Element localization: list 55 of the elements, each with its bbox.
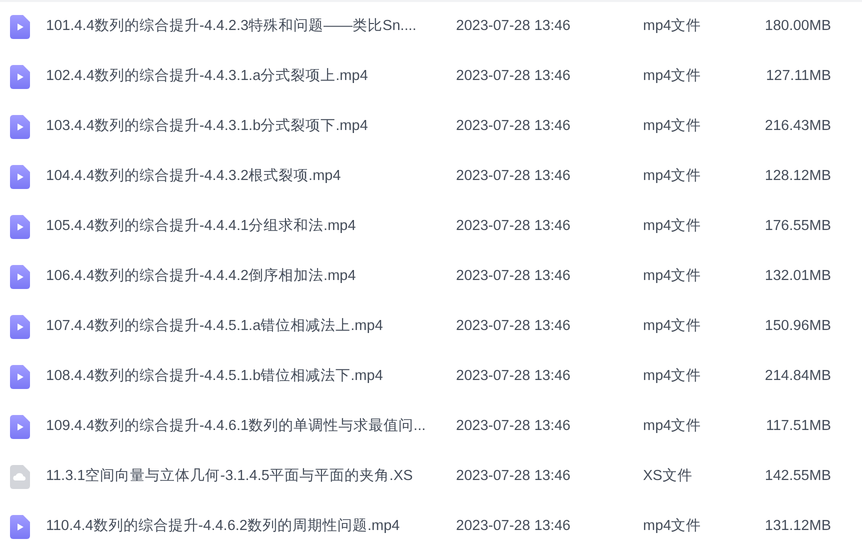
file-name: 107.4.4数列的综合提升-4.4.5.1.a错位相减法上.mp4 bbox=[46, 318, 383, 334]
file-type: mp4文件 bbox=[643, 218, 702, 234]
file-size: 214.84MB bbox=[764, 368, 831, 384]
file-size: 131.12MB bbox=[764, 518, 831, 534]
file-size: 142.55MB bbox=[764, 468, 831, 484]
file-type: mp4文件 bbox=[643, 518, 702, 534]
file-name: 103.4.4数列的综合提升-4.4.3.1.b分式裂项下.mp4 bbox=[46, 118, 368, 134]
file-name: 11.3.1空间向量与立体几何-3.1.4.5平面与平面的夹角.XS bbox=[46, 468, 413, 484]
file-name: 110.4.4数列的综合提升-4.4.6.2数列的周期性问题.mp4 bbox=[46, 518, 400, 534]
modified-date: 2023-07-28 13:46 bbox=[456, 318, 570, 334]
file-name: 106.4.4数列的综合提升-4.4.4.2倒序相加法.mp4 bbox=[46, 268, 356, 284]
file-type: mp4文件 bbox=[643, 118, 702, 134]
modified-date: 2023-07-28 13:46 bbox=[456, 468, 570, 484]
video-file-icon bbox=[10, 165, 30, 189]
file-size: 176.55MB bbox=[764, 218, 831, 234]
cloud-file-icon bbox=[10, 465, 30, 489]
video-file-icon bbox=[10, 265, 30, 289]
modified-date: 2023-07-28 13:46 bbox=[456, 518, 570, 534]
video-file-icon bbox=[10, 515, 30, 539]
modified-date: 2023-07-28 13:46 bbox=[456, 168, 570, 184]
file-size: 216.43MB bbox=[764, 118, 831, 134]
modified-date: 2023-07-28 13:46 bbox=[456, 118, 570, 134]
file-size: 117.51MB bbox=[766, 418, 831, 434]
file-name: 109.4.4数列的综合提升-4.4.6.1数列的单调性与求最值问... bbox=[46, 418, 426, 434]
video-file-icon bbox=[10, 315, 30, 339]
video-file-icon bbox=[10, 415, 30, 439]
modified-date: 2023-07-28 13:46 bbox=[456, 218, 570, 234]
file-size: 180.00MB bbox=[764, 18, 831, 34]
file-type: mp4文件 bbox=[643, 268, 702, 284]
modified-date: 2023-07-28 13:46 bbox=[456, 418, 570, 434]
modified-date: 2023-07-28 13:46 bbox=[456, 68, 570, 84]
video-file-icon bbox=[10, 65, 30, 89]
file-type: mp4文件 bbox=[643, 418, 702, 434]
file-type: mp4文件 bbox=[643, 18, 702, 34]
file-type: mp4文件 bbox=[643, 168, 702, 184]
file-type: mp4文件 bbox=[643, 368, 702, 384]
file-name: 108.4.4数列的综合提升-4.4.5.1.b错位相减法下.mp4 bbox=[46, 368, 383, 384]
video-file-icon bbox=[10, 215, 30, 239]
file-type: mp4文件 bbox=[643, 68, 702, 84]
modified-date: 2023-07-28 13:46 bbox=[456, 18, 570, 34]
file-name: 101.4.4数列的综合提升-4.4.2.3特殊和问题——类比Sn.... bbox=[46, 18, 416, 34]
file-name: 105.4.4数列的综合提升-4.4.4.1分组求和法.mp4 bbox=[46, 218, 356, 234]
file-size: 150.96MB bbox=[764, 318, 831, 334]
file-name: 102.4.4数列的综合提升-4.4.3.1.a分式裂项上.mp4 bbox=[46, 68, 368, 84]
file-size: 127.11MB bbox=[766, 68, 831, 84]
file-type: mp4文件 bbox=[643, 318, 702, 334]
file-size: 132.01MB bbox=[764, 268, 831, 284]
file-size: 128.12MB bbox=[764, 168, 831, 184]
file-type: XS文件 bbox=[643, 468, 692, 484]
video-file-icon bbox=[10, 365, 30, 389]
file-name: 104.4.4数列的综合提升-4.4.3.2根式裂项.mp4 bbox=[46, 168, 341, 184]
video-file-icon bbox=[10, 115, 30, 139]
modified-date: 2023-07-28 13:46 bbox=[456, 268, 570, 284]
video-file-icon bbox=[10, 15, 30, 39]
modified-date: 2023-07-28 13:46 bbox=[456, 368, 570, 384]
